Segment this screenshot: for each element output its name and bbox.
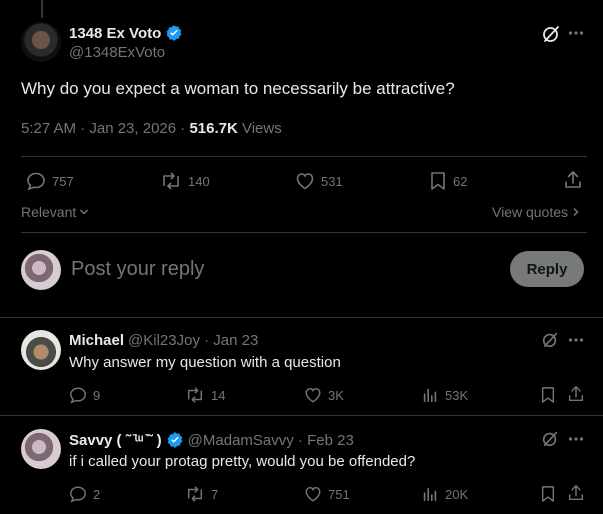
repost-icon (185, 386, 205, 404)
sort-dropdown[interactable]: Relevant (21, 204, 89, 220)
grok-icon[interactable] (541, 331, 559, 349)
divider (21, 156, 587, 157)
verified-badge-icon (165, 24, 183, 42)
reply-button[interactable]: Reply (510, 251, 584, 287)
sort-label: Relevant (21, 204, 77, 220)
repost-icon (160, 171, 182, 191)
like-action[interactable]: 3K (304, 386, 344, 404)
reply-icon (69, 386, 87, 404)
reply-action[interactable]: 9 (69, 386, 100, 404)
reply-avatar[interactable] (21, 429, 61, 469)
repost-count: 140 (188, 173, 210, 189)
reply-header: Savvy ( ˜ ̄ᵚ ̄˜ ) @MadamSavvy · Feb 23 (69, 431, 354, 449)
reply-action[interactable]: 757 (26, 171, 74, 191)
divider (0, 415, 603, 416)
reply-author-name[interactable]: Savvy ( ˜ ̄ᵚ ̄˜ ) (69, 432, 162, 449)
more-options-icon[interactable] (568, 27, 584, 39)
analytics-icon (421, 386, 439, 404)
reply-action[interactable]: 2 (69, 485, 100, 503)
share-icon[interactable] (563, 170, 583, 190)
reply-author-name[interactable]: Michael (69, 332, 124, 349)
share-icon[interactable] (567, 484, 585, 502)
post-meta: 5:27 AM · Jan 23, 2026 · 516.7K Views (21, 120, 282, 137)
thread-connector (41, 0, 43, 18)
verified-badge-icon (166, 431, 184, 449)
heart-icon (304, 485, 322, 503)
view-quotes-link[interactable]: View quotes (492, 204, 581, 220)
share-icon[interactable] (567, 385, 585, 403)
views-count: 20K (445, 486, 469, 502)
heart-icon (295, 171, 315, 191)
heart-icon (304, 386, 322, 404)
current-user-avatar[interactable] (21, 250, 61, 290)
reply-count: 757 (52, 173, 74, 189)
reply-count: 9 (93, 387, 101, 403)
more-options-icon[interactable] (568, 433, 584, 445)
reply-text: if i called your protag pretty, would yo… (69, 453, 416, 470)
main-author-handle[interactable]: @1348ExVoto (69, 44, 165, 61)
reply-icon (26, 171, 46, 191)
views-label: Views (237, 120, 282, 137)
bookmark-icon[interactable] (540, 485, 556, 503)
repost-icon (185, 485, 205, 503)
like-count: 531 (321, 173, 343, 189)
repost-count: 14 (211, 387, 226, 403)
chevron-right-icon (571, 207, 581, 217)
main-post-text: Why do you expect a woman to necessarily… (21, 79, 455, 98)
like-count: 751 (328, 486, 350, 502)
views-count: 516.7K (189, 120, 238, 137)
chevron-down-icon (79, 207, 89, 217)
bookmark-count: 62 (453, 173, 468, 189)
like-count: 3K (328, 387, 344, 403)
reply-header: Michael @Kil23Joy · Jan 23 (69, 332, 258, 349)
reply-icon (69, 485, 87, 503)
divider (21, 232, 587, 233)
views-action[interactable]: 53K (421, 386, 468, 404)
repost-count: 7 (211, 486, 219, 502)
divider (0, 317, 603, 318)
repost-action[interactable]: 7 (185, 485, 218, 503)
main-author-name[interactable]: 1348 Ex Voto (69, 25, 161, 42)
post-timestamp[interactable]: 5:27 AM · Jan 23, 2026 · (21, 120, 189, 137)
bookmark-icon[interactable] (540, 386, 556, 404)
reply-count: 2 (93, 486, 101, 502)
views-count: 53K (445, 387, 469, 403)
like-action[interactable]: 531 (295, 171, 343, 191)
repost-action[interactable]: 140 (160, 171, 210, 191)
reply-input[interactable]: Post your reply (71, 258, 204, 281)
reply-avatar[interactable] (21, 330, 61, 370)
more-options-icon[interactable] (568, 334, 584, 346)
bookmark-action[interactable]: 62 (429, 171, 467, 191)
main-author-avatar[interactable] (21, 22, 61, 62)
grok-icon[interactable] (541, 24, 561, 44)
bookmark-icon (429, 171, 447, 191)
reply-handle-date[interactable]: @Kil23Joy · Jan 23 (128, 332, 258, 349)
views-action[interactable]: 20K (421, 485, 468, 503)
like-action[interactable]: 751 (304, 485, 350, 503)
reply-handle-date[interactable]: @MadamSavvy · Feb 23 (188, 432, 354, 449)
main-author-name-row: 1348 Ex Voto (69, 24, 183, 42)
grok-icon[interactable] (541, 430, 559, 448)
repost-action[interactable]: 14 (185, 386, 225, 404)
reply-text: Why answer my question with a question (69, 354, 341, 371)
analytics-icon (421, 485, 439, 503)
view-quotes-label: View quotes (492, 204, 569, 220)
